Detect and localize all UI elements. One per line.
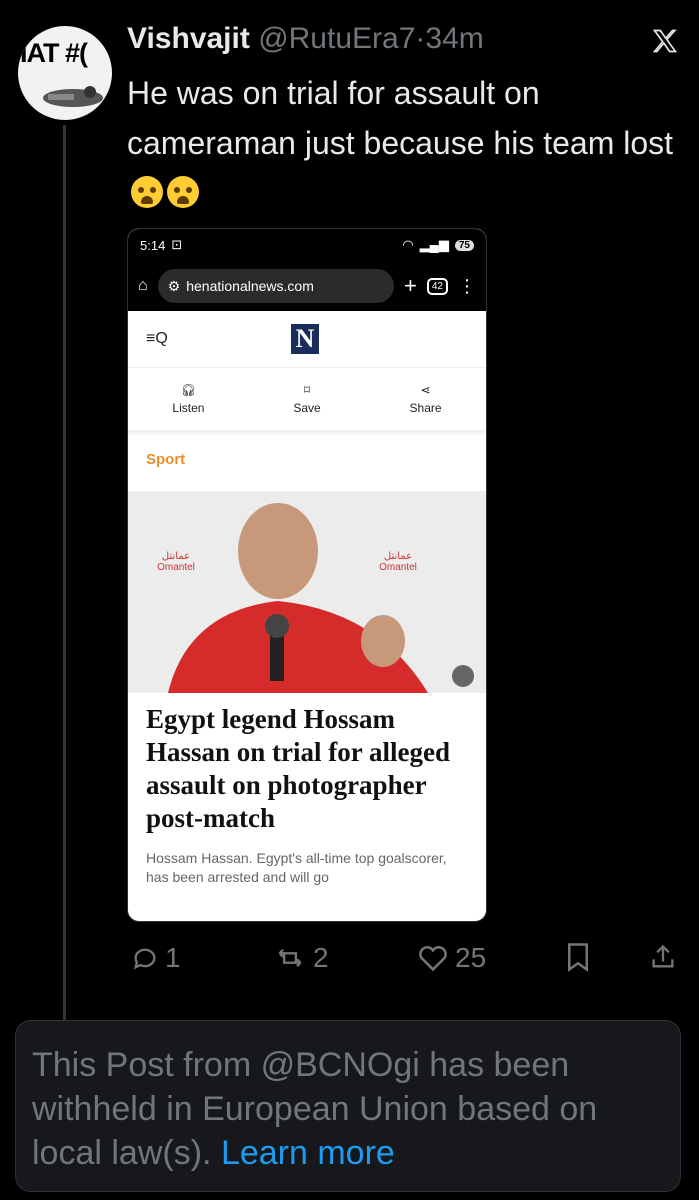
- share-icon: ⋖: [420, 383, 431, 397]
- like-count: 25: [455, 942, 487, 973]
- sponsor-logo: عمانتل Omantel: [368, 551, 428, 611]
- site-settings-icon: ⚙: [167, 277, 181, 294]
- share-icon: [652, 944, 674, 968]
- browser-url-bar: ⌂ ⚙ henationalnews.com + 42 ⋮: [128, 261, 486, 311]
- status-time: 5:14: [140, 237, 166, 253]
- learn-more-link[interactable]: Learn more: [221, 1134, 395, 1172]
- more-menu-icon: ⋮: [458, 275, 476, 296]
- article-actions: 🎧︎ Listen ⌑ Save ⋖ Share: [128, 368, 486, 431]
- article-headline: Egypt legend Hossam Hassan on trial for …: [146, 704, 451, 833]
- save-action: ⌑ Save: [293, 383, 320, 415]
- new-tab-icon: +: [404, 273, 417, 298]
- bookmark-button[interactable]: [565, 942, 591, 972]
- article-summary: Hossam Hassan. Egypt's all-time top goal…: [146, 850, 447, 885]
- site-logo-icon: N: [291, 324, 319, 354]
- listen-label: Listen: [172, 401, 205, 415]
- tweet-header: Vishvajit @RutuEra7·34m: [127, 22, 484, 56]
- sponsor-latin: Omantel: [379, 562, 417, 573]
- menu-search-icon: ≡Q: [146, 330, 168, 347]
- sponsor-logo: عمانتل Omantel: [146, 551, 206, 611]
- heart-icon: [419, 946, 447, 972]
- section-label: Sport: [146, 451, 186, 468]
- home-icon: ⌂: [138, 277, 148, 294]
- save-label: Save: [293, 401, 321, 415]
- site-header: ≡Q N: [128, 311, 486, 368]
- crying-face-emoji-icon: [131, 176, 163, 208]
- article-photo: عمانتل Omantel عمانتل Omantel: [128, 491, 486, 693]
- tweet-metrics: 1 2 25: [127, 942, 687, 982]
- display-name[interactable]: Vishvajit: [127, 22, 250, 55]
- withheld-notice: This Post from @BCNOgi has been withheld…: [15, 1020, 681, 1192]
- share-button[interactable]: [649, 942, 677, 972]
- tabs-count-icon: 42: [426, 277, 448, 295]
- headphones-icon: 🎧︎: [180, 383, 197, 397]
- reply-count: 1: [165, 942, 181, 973]
- listen-action: 🎧︎ Listen: [172, 383, 204, 415]
- bookmark-icon: ⌑: [303, 383, 311, 397]
- separator-dot: ·: [415, 22, 426, 55]
- reply-icon: [133, 948, 156, 970]
- share-action: ⋖ Share: [410, 383, 442, 415]
- bookmark-icon: [568, 943, 588, 972]
- repost-icon: [278, 949, 302, 967]
- avatar[interactable]: IAT #(: [18, 26, 112, 120]
- sponsor-arabic: عمانتل: [161, 551, 191, 562]
- phone-status-bar: 5:14 ⊡ ◠ ▂▄▆ 75: [128, 229, 486, 261]
- sponsor-latin: Omantel: [157, 562, 195, 573]
- notification-icon: ⊡: [171, 237, 183, 252]
- reply-button[interactable]: 1: [131, 942, 181, 974]
- repost-count: 2: [313, 942, 329, 973]
- tweet-text: He was on trial for assault on cameraman…: [127, 68, 687, 218]
- repost-button[interactable]: 2: [273, 942, 329, 974]
- battery-badge: 75: [454, 239, 474, 251]
- like-button[interactable]: 25: [417, 942, 486, 974]
- crying-face-emoji-icon: [167, 176, 199, 208]
- embedded-screenshot[interactable]: 5:14 ⊡ ◠ ▂▄▆ 75 ⌂ ⚙ henationalnews.com +…: [127, 228, 487, 922]
- url-text: henationalnews.com: [186, 278, 314, 294]
- timestamp[interactable]: 34m: [425, 22, 483, 55]
- avatar-image: [43, 86, 103, 107]
- wifi-icon: ◠: [402, 237, 414, 252]
- thread-line: [63, 125, 66, 1020]
- url-pill: ⚙ henationalnews.com: [157, 269, 395, 303]
- tweet-body: He was on trial for assault on cameraman…: [127, 75, 674, 161]
- x-logo-icon: [652, 29, 678, 53]
- signal-icon: ▂▄▆: [419, 237, 449, 252]
- sponsor-arabic: عمانتل: [383, 551, 413, 562]
- user-handle[interactable]: @RutuEra7: [258, 22, 415, 55]
- share-label: Share: [409, 401, 442, 415]
